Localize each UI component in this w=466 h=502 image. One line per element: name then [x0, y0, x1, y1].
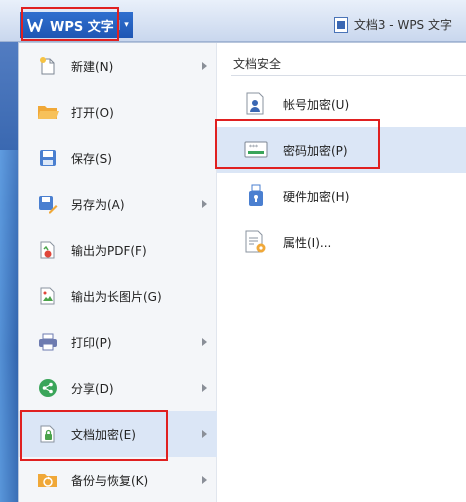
folder-open-icon — [37, 101, 59, 123]
wps-app-menu-button[interactable]: WPS 文字 ▾ — [20, 12, 133, 38]
chevron-down-icon[interactable]: ▾ — [119, 20, 133, 30]
save-as-icon — [37, 193, 59, 215]
submenu-item-hardware-encrypt[interactable]: 硬件加密(H) — [217, 173, 466, 219]
menu-item-backup-restore[interactable]: 备份与恢复(K) — [19, 457, 217, 502]
menu-item-label: 新建(N) — [71, 59, 114, 74]
submenu-item-label: 属性(I)... — [283, 235, 332, 250]
menu-item-new[interactable]: 新建(N) — [19, 43, 217, 89]
menu-item-label: 保存(S) — [71, 151, 112, 166]
submenu-item-label: 密码加密(P) — [283, 143, 348, 158]
wps-logo-icon — [26, 16, 44, 34]
new-doc-icon — [37, 55, 59, 77]
menu-item-label: 分享(D) — [71, 381, 114, 396]
menu-item-print[interactable]: 打印(P) — [19, 319, 217, 365]
menu-item-label: 文档加密(E) — [71, 427, 136, 442]
document-tab[interactable]: 文档3 - WPS 文字 — [333, 16, 452, 33]
chevron-right-icon — [202, 200, 207, 208]
menu-item-save[interactable]: 保存(S) — [19, 135, 217, 181]
submenu-item-password-encrypt[interactable]: *** 密码加密(P) — [217, 127, 466, 173]
file-menu-list: 新建(N) 打开(O) 保存(S) 另存为(A) 输出为PDF(F) 输出为长图… — [19, 43, 217, 502]
menu-item-label: 输出为长图片(G) — [71, 289, 162, 304]
properties-icon — [243, 229, 269, 255]
menu-item-label: 打印(P) — [71, 335, 112, 350]
submenu-title: 文档安全 — [233, 57, 282, 71]
submenu-item-label: 硬件加密(H) — [283, 189, 350, 204]
pdf-export-icon — [37, 239, 59, 261]
file-menu: 新建(N) 打开(O) 保存(S) 另存为(A) 输出为PDF(F) 输出为长图… — [18, 42, 466, 502]
document-icon — [333, 16, 348, 33]
usb-key-icon — [243, 183, 269, 209]
account-lock-icon — [243, 91, 269, 117]
menu-item-label: 打开(O) — [71, 105, 114, 120]
backup-restore-icon — [37, 469, 59, 491]
menu-item-export-image[interactable]: 输出为长图片(G) — [19, 273, 217, 319]
title-bar: WPS 文字 ▾ 文档3 - WPS 文字 — [0, 0, 466, 42]
chevron-right-icon — [202, 384, 207, 392]
chevron-right-icon — [202, 338, 207, 346]
svg-text:***: *** — [249, 144, 258, 151]
printer-icon — [37, 331, 59, 353]
share-icon — [37, 377, 59, 399]
chevron-right-icon — [202, 62, 207, 70]
image-export-icon — [37, 285, 59, 307]
chevron-right-icon — [202, 476, 207, 484]
password-lock-icon: *** — [243, 137, 269, 163]
menu-item-export-pdf[interactable]: 输出为PDF(F) — [19, 227, 217, 273]
submenu-item-label: 帐号加密(U) — [283, 97, 350, 112]
submenu-item-account-encrypt[interactable]: 帐号加密(U) — [217, 81, 466, 127]
chevron-right-icon — [202, 430, 207, 438]
menu-item-label: 另存为(A) — [71, 197, 125, 212]
submenu-item-properties[interactable]: 属性(I)... — [217, 219, 466, 265]
document-title: 文档3 - WPS 文字 — [353, 18, 452, 32]
save-icon — [37, 147, 59, 169]
menu-item-label: 输出为PDF(F) — [71, 243, 147, 258]
menu-item-open[interactable]: 打开(O) — [19, 89, 217, 135]
menu-item-label: 备份与恢复(K) — [71, 473, 149, 488]
doc-security-submenu: 文档安全 帐号加密(U) *** 密码加密(P) 硬件加密(H) 属性(I)..… — [217, 43, 466, 502]
app-name: WPS 文字 — [50, 19, 114, 35]
submenu-divider — [231, 75, 466, 76]
menu-item-save-as[interactable]: 另存为(A) — [19, 181, 217, 227]
menu-item-share[interactable]: 分享(D) — [19, 365, 217, 411]
doc-encrypt-icon — [37, 423, 59, 445]
menu-item-doc-encrypt[interactable]: 文档加密(E) — [19, 411, 217, 457]
